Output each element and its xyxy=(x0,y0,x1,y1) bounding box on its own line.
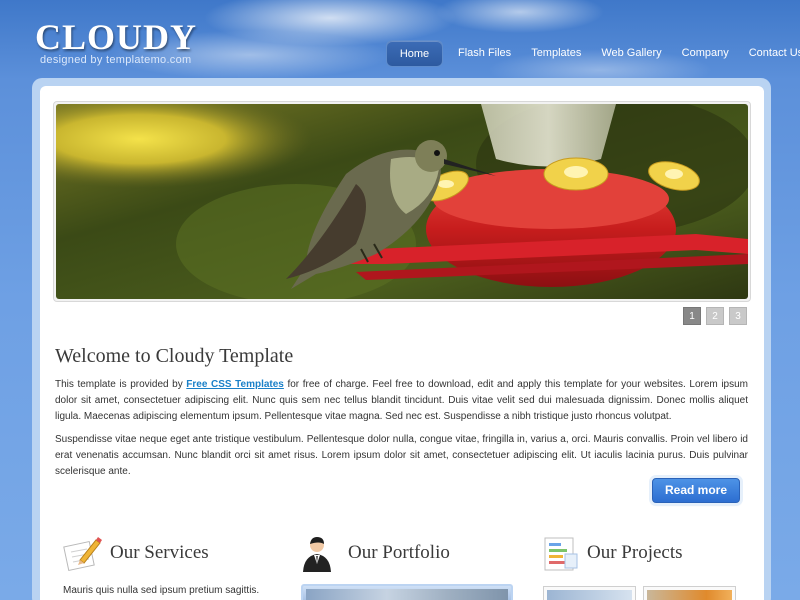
projects-heading: Our Projects xyxy=(587,542,683,563)
free-css-templates-link[interactable]: Free CSS Templates xyxy=(186,379,284,390)
nav-contact-us[interactable]: Contact Us xyxy=(739,40,800,67)
site-logo[interactable]: CLOUDY xyxy=(35,16,197,58)
project-thumbnail-1[interactable] xyxy=(543,586,636,600)
read-more-button[interactable]: Read more xyxy=(652,478,740,503)
portfolio-thumbnail-image xyxy=(306,589,508,600)
slider-page-3[interactable]: 3 xyxy=(729,307,747,325)
nav-company[interactable]: Company xyxy=(672,40,739,67)
chart-document-icon xyxy=(544,537,578,571)
slider-page-2[interactable]: 2 xyxy=(706,307,724,325)
pencil-paper-icon xyxy=(63,537,102,572)
portfolio-heading: Our Portfolio xyxy=(348,542,450,563)
nav-templates[interactable]: Templates xyxy=(521,40,591,67)
project-thumbnail-image-2 xyxy=(647,590,732,600)
nav-flash-files[interactable]: Flash Files xyxy=(448,40,521,67)
site-tagline: designed by templatemo.com xyxy=(40,54,192,66)
slider-pager: 1 2 3 xyxy=(683,307,747,325)
services-heading: Our Services xyxy=(110,542,209,563)
second-paragraph: Suspendisse vitae neque eget ante tristi… xyxy=(55,434,748,477)
welcome-heading: Welcome to Cloudy Template xyxy=(55,345,294,367)
services-text: Mauris quis nulla sed ipsum pretium sagi… xyxy=(63,585,260,596)
nav-web-gallery[interactable]: Web Gallery xyxy=(591,40,671,67)
banner-image xyxy=(56,104,748,299)
intro-paragraph: This template is provided by Free CSS Te… xyxy=(55,377,748,425)
intro-text-before: This template is provided by xyxy=(55,379,187,390)
nav-home[interactable]: Home xyxy=(386,40,443,67)
project-thumbnail-image-1 xyxy=(547,590,632,600)
slider-page-1[interactable]: 1 xyxy=(683,307,701,325)
main-nav: Home Flash Files Templates Web Gallery C… xyxy=(386,40,800,67)
person-icon xyxy=(303,537,331,572)
hummingbird-feeder-image xyxy=(56,104,748,299)
portfolio-thumbnail[interactable] xyxy=(301,584,513,600)
project-thumbnail-2[interactable] xyxy=(643,586,736,600)
